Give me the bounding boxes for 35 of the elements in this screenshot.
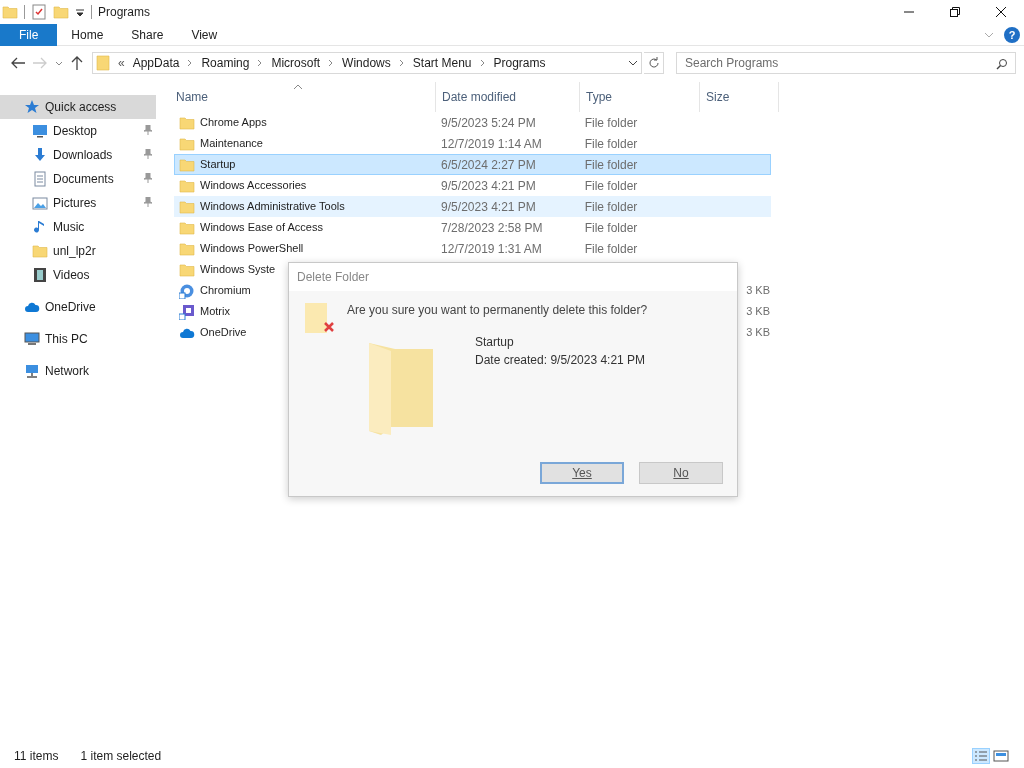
item-name: Startup	[475, 334, 515, 351]
dialog-title: Delete Folder	[297, 269, 370, 286]
date-modified: 9/5/2023 5:24 PM	[441, 115, 536, 130]
file-name: Startup	[200, 157, 236, 173]
file-type: File folder	[584, 220, 638, 235]
window-title: Programs	[98, 4, 150, 21]
item-count: 11 items	[14, 748, 59, 765]
file-type: File folder	[584, 157, 638, 172]
file-type: File folder	[584, 178, 638, 193]
file-name: Windows Syste	[200, 262, 276, 278]
date-modified: 7/28/2023 2:58 PM	[441, 220, 543, 235]
file-name: Chrome Apps	[200, 115, 267, 131]
file-type: File folder	[584, 136, 638, 151]
item-date-created: Date created: 9/5/2023 4:21 PM	[475, 352, 647, 369]
file-name: Windows Ease of Access	[200, 220, 323, 236]
file-name: Windows PowerShell	[200, 241, 304, 257]
file-type: File folder	[584, 115, 638, 130]
selection-count: 1 item selected	[80, 748, 162, 765]
file-type: File folder	[584, 241, 638, 256]
file-size: 3 KB	[746, 305, 770, 318]
file-name: Motrix	[200, 304, 230, 320]
date-modified: 9/5/2023 4:21 PM	[441, 199, 536, 214]
file-type: File folder	[584, 199, 638, 214]
file-size: 3 KB	[746, 326, 770, 339]
file-name: Chromium	[200, 283, 251, 299]
file-name: OneDrive	[200, 325, 247, 341]
file-name: Maintenance	[200, 136, 263, 152]
file-size: 3 KB	[746, 284, 770, 297]
confirmation-message: Are you sure you want to permanently delete this folder?	[347, 302, 649, 319]
date-modified: 12/7/2019 1:31 AM	[441, 241, 542, 256]
date-modified: 12/7/2019 1:14 AM	[441, 136, 542, 151]
file-name: Windows Administrative Tools	[200, 199, 345, 215]
date-modified: 9/5/2023 4:21 PM	[441, 178, 536, 193]
date-modified: 6/5/2024 2:27 PM	[441, 157, 536, 172]
file-name: Windows Accessories	[200, 178, 307, 194]
